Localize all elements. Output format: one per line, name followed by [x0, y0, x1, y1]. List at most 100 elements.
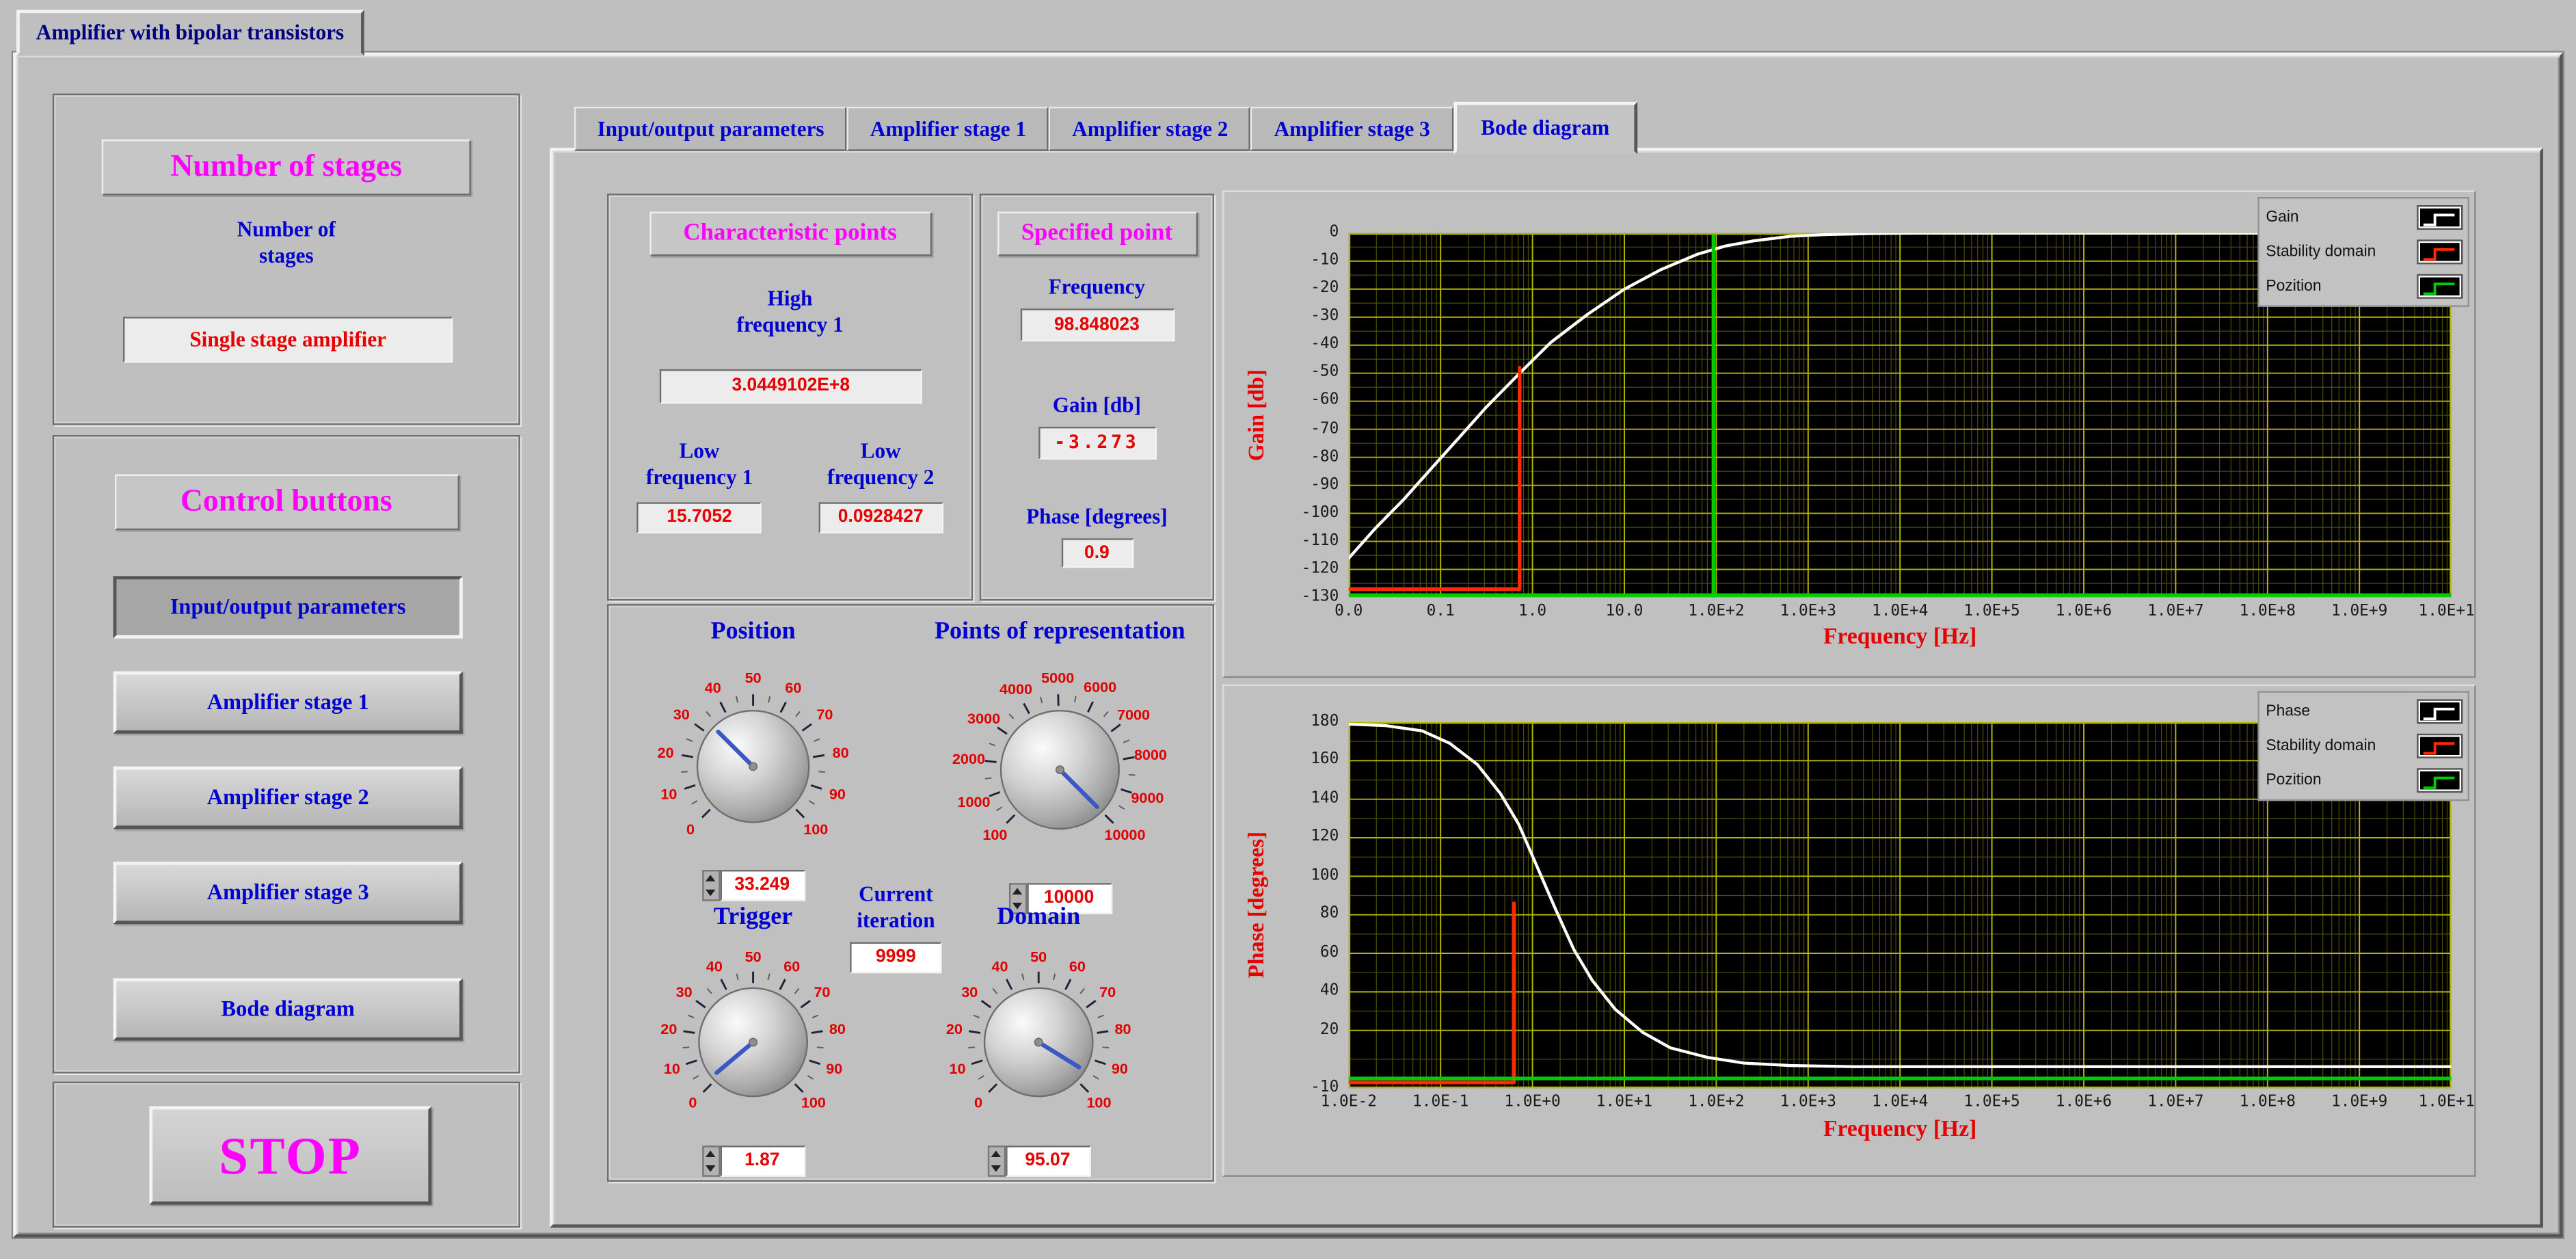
y-tick-label: -30 — [1273, 307, 1339, 325]
y-tick-label: -40 — [1273, 335, 1339, 353]
x-tick-label: 1.0E+10 — [2399, 1093, 2476, 1111]
characteristic-points-title: Characteristic points — [649, 212, 931, 256]
number-of-stages-title: Number of stages — [102, 140, 471, 196]
x-tick-label: 0.1 — [1388, 602, 1493, 620]
x-tick-label: 1.0E+2 — [1664, 1093, 1769, 1111]
low-frequency-1-label: Low frequency 1 — [646, 438, 753, 492]
trigger-spinner[interactable] — [701, 1145, 719, 1177]
x-tick-label: 1.0E-1 — [1388, 1093, 1493, 1111]
high-frequency-1-value: 3.0449102E+8 — [660, 369, 922, 403]
knob-scale-label: 0 — [686, 821, 695, 838]
x-tick-label: 1.0E+3 — [1756, 602, 1861, 620]
legend-row-stability[interactable]: Stability domain — [2266, 730, 2461, 762]
domain-value[interactable]: 95.07 — [1005, 1145, 1090, 1177]
y-tick-label: -100 — [1273, 503, 1339, 521]
knob-scale-label: 2000 — [952, 750, 985, 767]
legend-line-icon[interactable] — [2419, 241, 2461, 263]
specified-frequency-label: Frequency — [1049, 274, 1146, 301]
amplifier-stage-1-button[interactable]: Amplifier stage 1 — [113, 672, 463, 734]
knob-scale-label: 30 — [673, 706, 690, 723]
specified-point-panel: Specified point Frequency 98.848023 Gain… — [980, 194, 1214, 600]
trigger-knob-label: Trigger — [714, 904, 792, 937]
amplifier-stage-2-button[interactable]: Amplifier stage 2 — [113, 767, 463, 829]
legend-row-phase[interactable]: Phase — [2266, 696, 2461, 728]
knob-scale-label: 40 — [706, 957, 723, 975]
window-title-tab: Amplifier with bipolar transistors — [16, 10, 364, 55]
knob-scale-label: 40 — [992, 957, 1008, 975]
trigger-value[interactable]: 1.87 — [719, 1145, 805, 1177]
legend-line-icon[interactable] — [2419, 276, 2461, 297]
y-tick-label: 0 — [1273, 223, 1339, 241]
y-tick-label: -50 — [1273, 363, 1339, 381]
points-of-representation-knob[interactable]: Points of representation 100100020003000… — [907, 619, 1212, 914]
position-value[interactable]: 33.249 — [719, 870, 805, 901]
legend-row-pozition[interactable]: Pozition — [2266, 271, 2461, 302]
y-tick-label: -130 — [1273, 587, 1339, 605]
phase-plot-legend: Phase Stability domain Pozition — [2257, 691, 2469, 801]
domain-spinner[interactable] — [987, 1145, 1005, 1177]
low-frequency-2-label: Low frequency 2 — [827, 438, 934, 492]
knob-scale-label: 100 — [801, 1094, 826, 1111]
knob-scale-label: 70 — [1099, 983, 1116, 1000]
stop-button[interactable]: STOP — [149, 1106, 431, 1205]
low-frequency-1-value: 15.7052 — [637, 501, 762, 533]
domain-knob-label: Domain — [997, 904, 1080, 937]
x-tick-label: 1.0E+7 — [2123, 1093, 2229, 1111]
legend-line-icon[interactable] — [2419, 770, 2461, 791]
high-frequency-1-label: High frequency 1 — [608, 286, 971, 339]
position-knob-dial[interactable]: 0102030405060708090100 — [612, 652, 894, 869]
legend-label: Pozition — [2266, 278, 2321, 295]
x-tick-label: 10.0 — [1572, 602, 1677, 620]
position-spinner[interactable] — [701, 870, 719, 901]
x-tick-label: 1.0E+3 — [1756, 1093, 1861, 1111]
specified-gain-label: Gain [db] — [1053, 393, 1141, 419]
y-tick-label: -10 — [1273, 1078, 1339, 1096]
specified-frequency-value: 98.848023 — [1020, 309, 1175, 342]
legend-row-pozition[interactable]: Pozition — [2266, 765, 2461, 796]
bode-diagram-button[interactable]: Bode diagram — [113, 978, 463, 1040]
tab-amplifier-stage-3[interactable]: Amplifier stage 3 — [1251, 107, 1453, 151]
input-output-parameters-button[interactable]: Input/output parameters — [113, 576, 463, 638]
number-of-stages-panel: Number of stages Number of stages Single… — [53, 94, 520, 425]
x-tick-label: 1.0E+1 — [1572, 1093, 1677, 1111]
y-tick-label: -70 — [1273, 419, 1339, 437]
main-tabbar: Input/output parameters Amplifier stage … — [574, 98, 1637, 151]
x-tick-label: 1.0E+8 — [2215, 1093, 2320, 1111]
x-tick-label: 1.0E+9 — [2307, 602, 2412, 620]
amplifier-stage-3-button[interactable]: Amplifier stage 3 — [113, 862, 463, 924]
y-tick-label: -80 — [1273, 447, 1339, 465]
y-tick-label: -120 — [1273, 559, 1339, 577]
tab-amplifier-stage-1[interactable]: Amplifier stage 1 — [847, 107, 1049, 151]
legend-line-icon[interactable] — [2419, 701, 2461, 722]
stop-panel: STOP — [53, 1082, 520, 1228]
y-tick-label: -60 — [1273, 391, 1339, 409]
knob-scale-label: 80 — [1114, 1020, 1131, 1037]
legend-line-icon[interactable] — [2419, 207, 2461, 228]
knob-scale-label: 40 — [705, 679, 721, 696]
y-tick-label: 160 — [1273, 751, 1339, 769]
main-window: Number of stages Number of stages Single… — [13, 53, 2563, 1238]
knob-scale-label: 90 — [829, 785, 846, 802]
y-tick-label: 180 — [1273, 713, 1339, 730]
points-knob-dial[interactable]: 1001000200030004000500060007000800090001… — [907, 652, 1212, 882]
knob-scale-label: 30 — [676, 983, 693, 1000]
y-tick-label: 60 — [1273, 944, 1339, 962]
legend-line-icon[interactable] — [2419, 735, 2461, 756]
knob-scale-label: 0 — [974, 1094, 982, 1111]
bode-diagram-page: Characteristic points High frequency 1 3… — [550, 148, 2543, 1228]
tab-amplifier-stage-2[interactable]: Amplifier stage 2 — [1049, 107, 1251, 151]
legend-row-stability[interactable]: Stability domain — [2266, 237, 2461, 268]
position-knob[interactable]: Position 0102030405060708090100 33.249 — [612, 619, 894, 901]
knob-scale-label: 20 — [660, 1020, 677, 1037]
specified-phase-value: 0.9 — [1061, 539, 1133, 568]
tab-input-output-parameters[interactable]: Input/output parameters — [574, 107, 847, 151]
knob-scale-label: 0 — [688, 1094, 697, 1111]
legend-row-gain[interactable]: Gain — [2266, 202, 2461, 233]
x-tick-label: 1.0E+2 — [1664, 602, 1769, 620]
control-buttons-panel: Control buttons Input/output parameters … — [53, 435, 520, 1074]
number-of-stages-value[interactable]: Single stage amplifier — [123, 317, 453, 362]
y-tick-label: 40 — [1273, 982, 1339, 1000]
tab-bode-diagram[interactable]: Bode diagram — [1453, 102, 1637, 155]
knob-scale-label: 8000 — [1134, 746, 1167, 763]
legend-label: Pozition — [2266, 771, 2321, 789]
